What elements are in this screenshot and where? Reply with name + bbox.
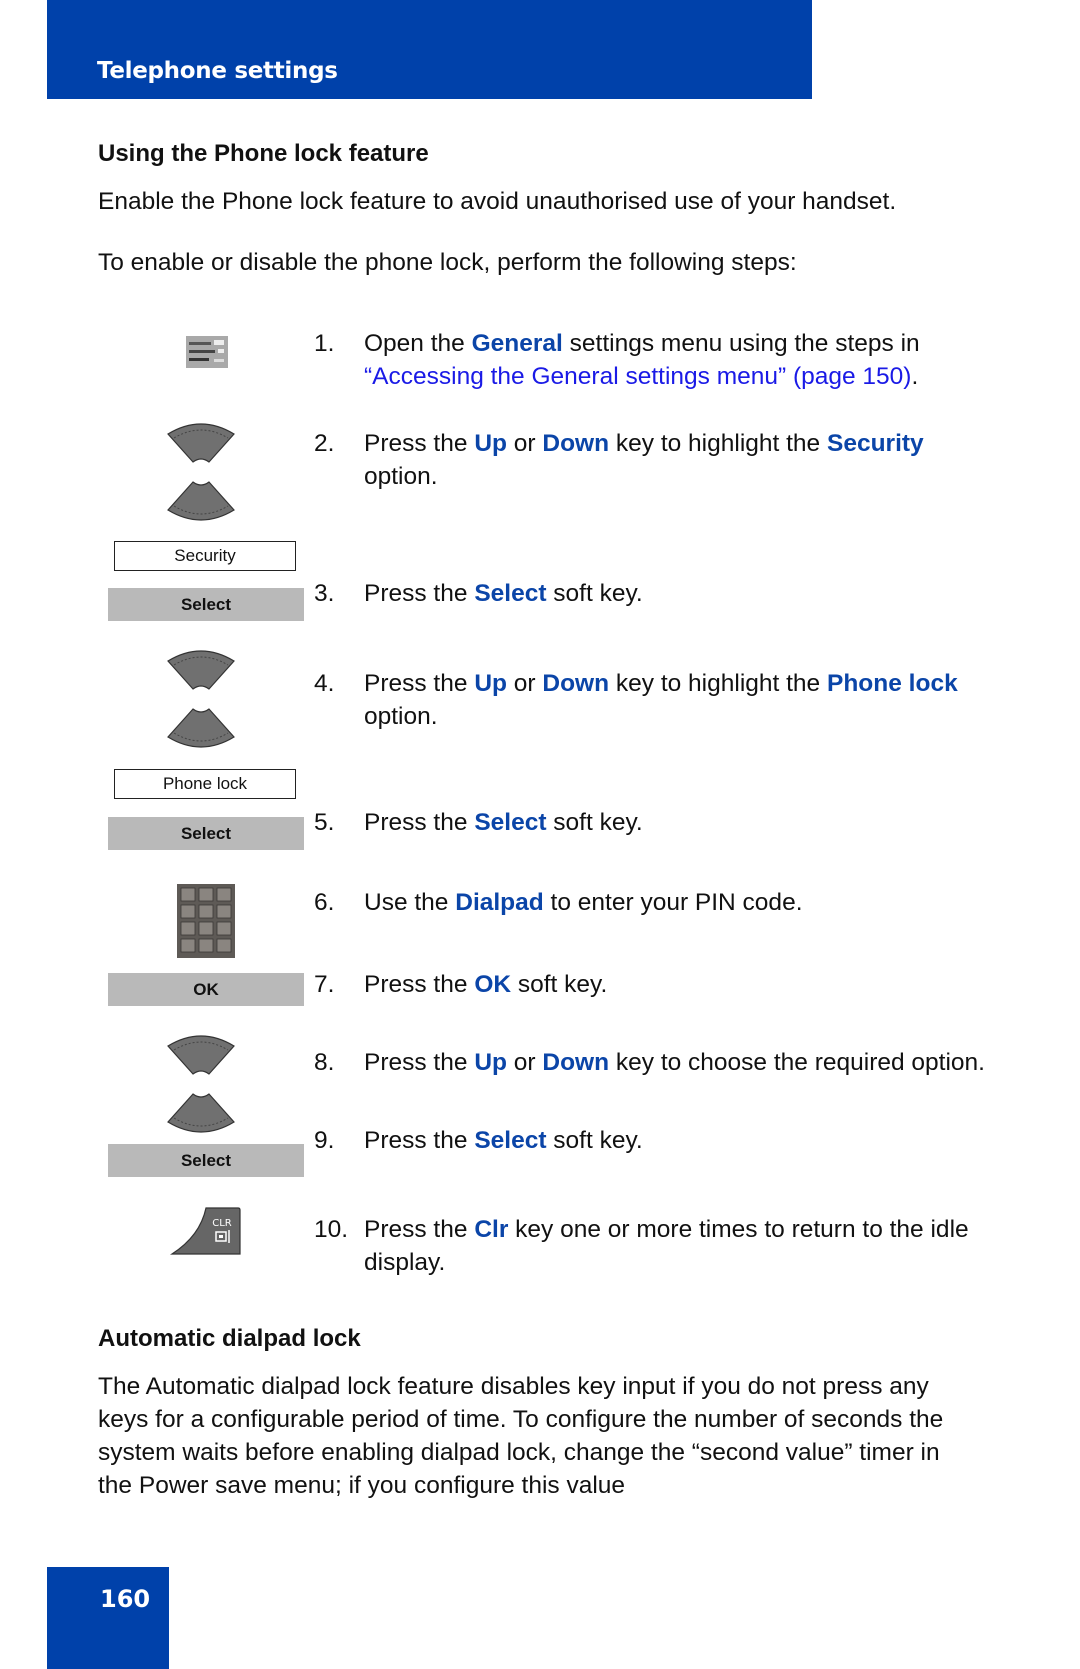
- settings-menu-icon: [186, 336, 228, 368]
- step-text-fragment: Press the: [364, 670, 475, 697]
- step-text: Press the Up or Down key to highlight th…: [364, 427, 1004, 493]
- step-keyword: Select: [474, 809, 547, 836]
- auto-dialpad-lock-paragraph: The Automatic dialpad lock feature disab…: [98, 1373, 944, 1499]
- dialpad-icon: [177, 884, 235, 958]
- chapter-title: Telephone settings: [97, 58, 338, 84]
- step-text-fragment: Press the: [364, 580, 475, 607]
- step-number: 5.: [314, 809, 335, 836]
- select-softkey[interactable]: Select: [108, 1144, 304, 1177]
- step-keyword: Select: [474, 580, 547, 607]
- step-number: 1.: [314, 330, 335, 357]
- lead-paragraph: To enable or disable the phone lock, per…: [98, 249, 797, 276]
- step-text-fragment: Press the: [364, 1127, 475, 1154]
- ok-softkey[interactable]: OK: [108, 973, 304, 1006]
- step-text: Press the Clr key one or more times to r…: [364, 1213, 1004, 1279]
- step-keyword: Security: [827, 430, 924, 457]
- step-text-fragment: or: [506, 430, 543, 457]
- step-keyword: Phone lock: [827, 670, 958, 697]
- step-text: Press the OK soft key.: [364, 968, 1004, 1001]
- navigation-up-down-keys-icon: [166, 418, 236, 526]
- section-title-phone-lock: Using the Phone lock feature: [98, 140, 429, 167]
- navigation-up-down-keys-icon: [166, 1030, 236, 1138]
- page-number-band: [47, 1567, 169, 1669]
- step-keyword: Clr: [474, 1216, 509, 1243]
- step-text-fragment: option.: [364, 703, 438, 730]
- step-number: 6.: [314, 889, 335, 916]
- step-text: Press the Select soft key.: [364, 1124, 1004, 1157]
- step-number: 3.: [314, 580, 335, 607]
- step-text-fragment: or: [506, 670, 543, 697]
- step-text-fragment: Press the: [364, 1216, 475, 1243]
- step-text-fragment: option.: [364, 463, 438, 490]
- step-keyword: Dialpad: [455, 889, 544, 916]
- step-keyword: Select: [474, 1127, 547, 1154]
- screen-item-phone-lock: Phone lock: [114, 769, 296, 799]
- step-text: Press the Select soft key.: [364, 577, 1004, 610]
- step-text-fragment: soft key.: [546, 1127, 643, 1154]
- step-number: 4.: [314, 670, 335, 697]
- step-text: Use the Dialpad to enter your PIN code.: [364, 886, 1004, 919]
- step-keyword: Up: [474, 1049, 507, 1076]
- step-text: Press the Up or Down key to highlight th…: [364, 667, 1004, 733]
- select-softkey[interactable]: Select: [108, 817, 304, 850]
- clr-key-label: CLR: [212, 1218, 232, 1229]
- step-keyword: Down: [542, 1049, 610, 1076]
- step-keyword: Up: [474, 430, 507, 457]
- step-text-fragment: key to choose the required option.: [609, 1049, 985, 1076]
- step-keyword: Up: [474, 670, 507, 697]
- select-softkey[interactable]: Select: [108, 588, 304, 621]
- step-number: 10.: [314, 1216, 349, 1243]
- navigation-up-down-keys-icon: [166, 645, 236, 753]
- clr-key-icon: CLR: [169, 1206, 242, 1256]
- step-keyword: Down: [542, 430, 610, 457]
- step-text-fragment: settings menu using the steps in: [562, 330, 920, 357]
- step-text-fragment: soft key.: [546, 809, 643, 836]
- step-text-fragment: Open the: [364, 330, 472, 357]
- page-number: 160: [100, 1585, 151, 1613]
- step-text-fragment: .: [911, 363, 919, 390]
- cross-reference-link[interactable]: “Accessing the General settings menu” (p…: [364, 363, 911, 390]
- step-text-fragment: Press the: [364, 1049, 475, 1076]
- step-keyword: General: [471, 330, 563, 357]
- step-text: Press the Up or Down key to choose the r…: [364, 1046, 1004, 1079]
- step-text-fragment: soft key.: [546, 580, 643, 607]
- step-text-fragment: Press the: [364, 971, 475, 998]
- step-keyword: Down: [542, 670, 610, 697]
- step-number: 2.: [314, 430, 335, 457]
- step-text-fragment: Press the: [364, 809, 475, 836]
- step-text-fragment: to enter your PIN code.: [543, 889, 803, 916]
- step-text-fragment: key to highlight the: [609, 670, 827, 697]
- step-text-fragment: key to highlight the: [609, 430, 827, 457]
- section-title-auto-dialpad-lock: Automatic dialpad lock: [98, 1325, 361, 1352]
- step-number: 7.: [314, 971, 335, 998]
- header-band: [47, 0, 812, 99]
- step-text-fragment: Use the: [364, 889, 456, 916]
- step-text-fragment: soft key.: [511, 971, 608, 998]
- step-text-fragment: Press the: [364, 430, 475, 457]
- step-number: 9.: [314, 1127, 335, 1154]
- step-text: Open the General settings menu using the…: [364, 327, 1004, 393]
- step-text: Press the Select soft key.: [364, 806, 1004, 839]
- intro-paragraph: Enable the Phone lock feature to avoid u…: [98, 188, 897, 215]
- screen-item-security: Security: [114, 541, 296, 571]
- step-number: 8.: [314, 1049, 335, 1076]
- step-keyword: OK: [474, 971, 512, 998]
- step-text-fragment: or: [506, 1049, 543, 1076]
